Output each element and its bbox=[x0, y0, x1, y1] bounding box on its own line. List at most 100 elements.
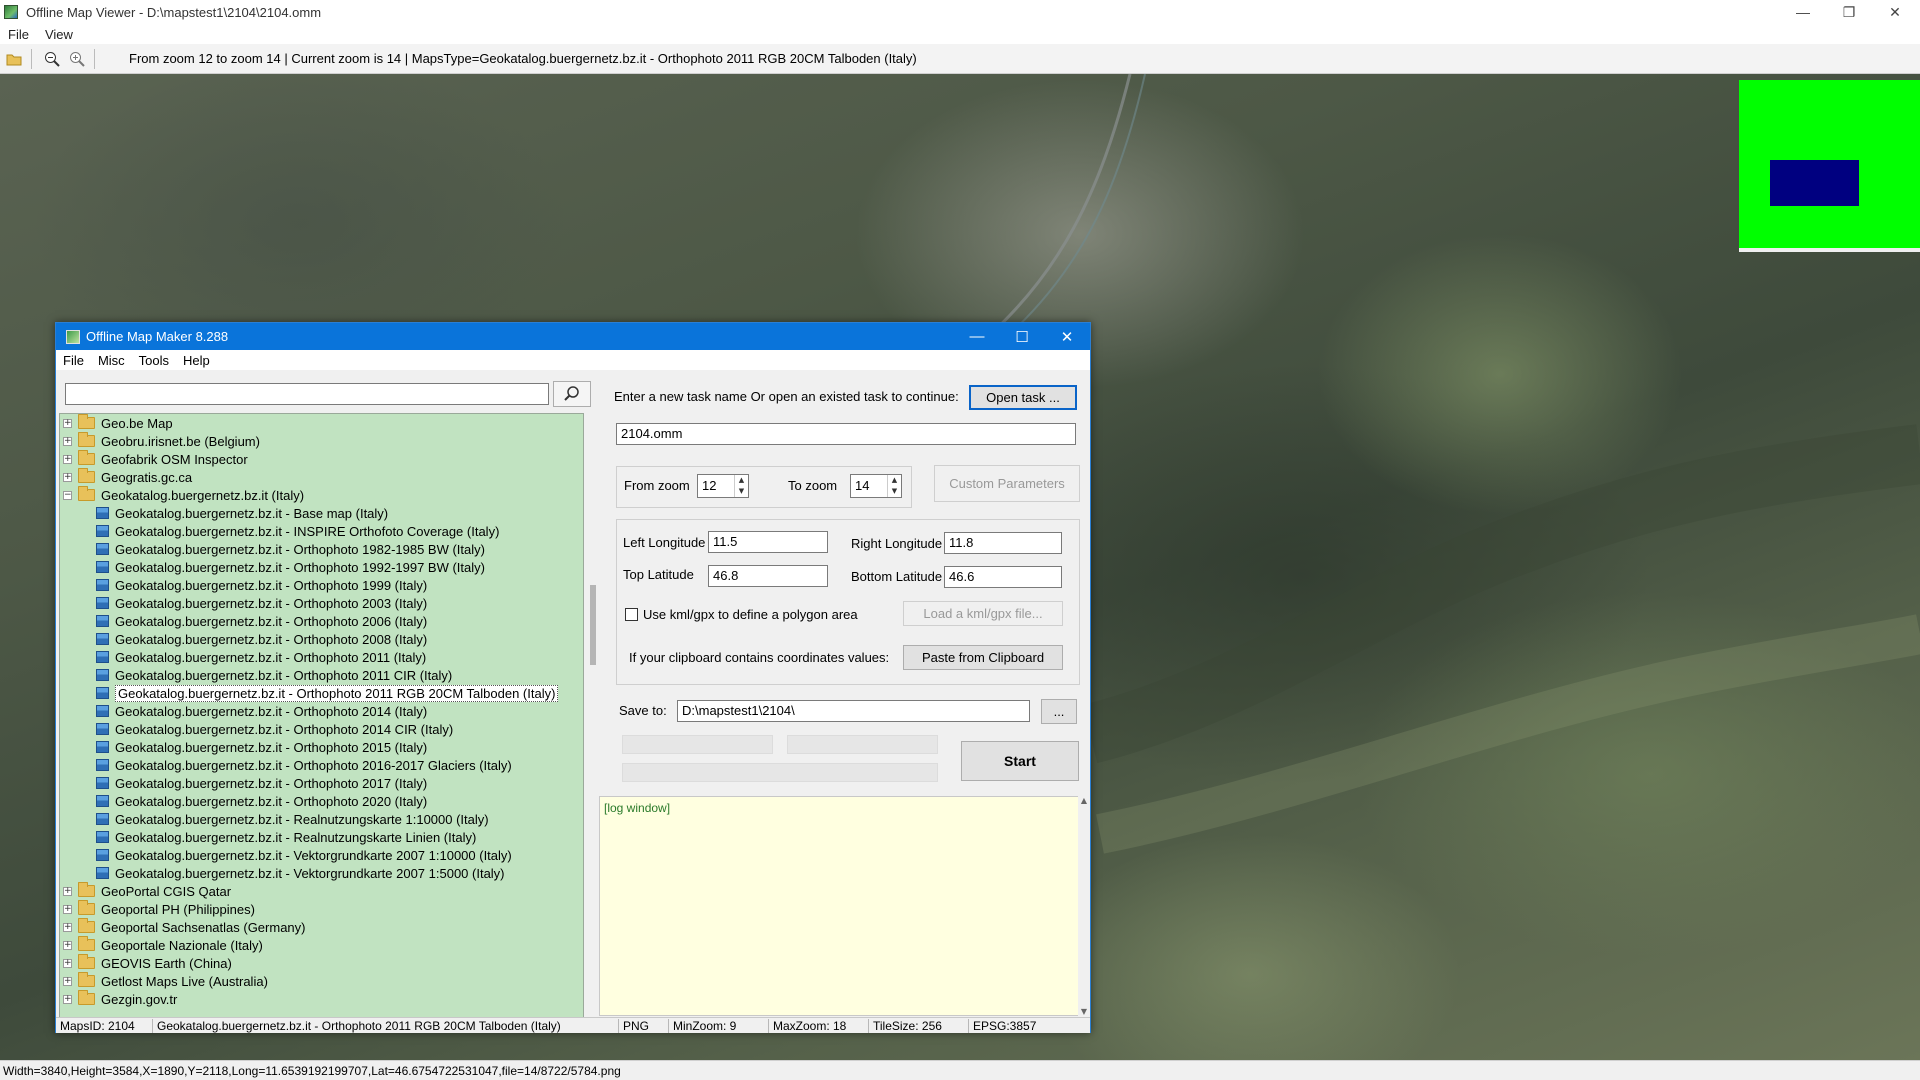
tree-map-item[interactable]: Geokatalog.buergernetz.bz.it - Orthophot… bbox=[96, 738, 427, 756]
expand-icon[interactable]: + bbox=[63, 976, 72, 986]
tree-map-item[interactable]: Geokatalog.buergernetz.bz.it - Orthophot… bbox=[96, 558, 485, 576]
tree-folder-item[interactable]: + Geoportale Nazionale (Italy) bbox=[63, 936, 263, 954]
expand-icon[interactable]: + bbox=[63, 454, 72, 464]
minimap[interactable] bbox=[1739, 80, 1920, 252]
folder-icon bbox=[78, 972, 95, 987]
expand-icon[interactable]: + bbox=[63, 994, 72, 1004]
dialog-maximize-icon[interactable]: ☐ bbox=[999, 323, 1045, 350]
tree-item-label: Geokatalog.buergernetz.bz.it - Realnutzu… bbox=[115, 811, 489, 827]
scroll-up-icon[interactable]: ▲ bbox=[1078, 796, 1090, 805]
tree-folder-item[interactable]: + Geo.be Map bbox=[63, 414, 173, 432]
zoom-out-icon bbox=[45, 51, 60, 67]
open-task-button[interactable]: Open task ... bbox=[969, 385, 1077, 410]
viewer-title: Offline Map Viewer - D:\mapstest1\2104\2… bbox=[26, 4, 322, 20]
log-window[interactable]: [log window] bbox=[599, 796, 1079, 1016]
expand-icon[interactable]: + bbox=[63, 904, 72, 914]
map-layer-icon bbox=[96, 795, 109, 807]
use-kml-checkbox[interactable] bbox=[625, 608, 638, 621]
tree-folder-item[interactable]: + Geoportal Sachsenatlas (Germany) bbox=[63, 918, 305, 936]
tree-scroll-thumb[interactable] bbox=[590, 585, 596, 665]
dialog-menu-tools[interactable]: Tools bbox=[132, 353, 176, 368]
collapse-icon[interactable]: − bbox=[63, 490, 72, 500]
status-map-name: Geokatalog.buergernetz.bz.it - Orthophot… bbox=[153, 1019, 619, 1033]
map-search-input[interactable] bbox=[65, 383, 549, 405]
tree-map-item[interactable]: Geokatalog.buergernetz.bz.it - Vektorgru… bbox=[96, 864, 505, 882]
menu-file[interactable]: File bbox=[0, 27, 37, 42]
tree-map-item[interactable]: Geokatalog.buergernetz.bz.it - INSPIRE O… bbox=[96, 522, 499, 540]
stepper-arrows-icon[interactable]: ▲ ▼ bbox=[734, 475, 748, 497]
expand-icon[interactable]: + bbox=[63, 472, 72, 482]
zoom-out-button[interactable] bbox=[41, 48, 63, 70]
tree-folder-item[interactable]: + GEOVIS Earth (China) bbox=[63, 954, 232, 972]
map-type-tree[interactable]: + Geo.be Map + Geobru.irisnet.be (Belgium) +… bbox=[59, 413, 584, 1018]
scroll-down-icon[interactable]: ▼ bbox=[1078, 1007, 1090, 1016]
expand-icon[interactable]: + bbox=[63, 436, 72, 446]
tree-map-item[interactable]: Geokatalog.buergernetz.bz.it - Orthophot… bbox=[96, 648, 426, 666]
from-zoom-stepper[interactable]: 12 ▲ ▼ bbox=[697, 474, 749, 498]
minimap-viewport[interactable] bbox=[1770, 160, 1859, 206]
open-folder-button[interactable] bbox=[3, 48, 25, 70]
dialog-menu-file[interactable]: File bbox=[56, 353, 91, 368]
tree-map-item[interactable]: Geokatalog.buergernetz.bz.it - Orthophot… bbox=[96, 774, 427, 792]
to-zoom-stepper[interactable]: 14 ▲ ▼ bbox=[850, 474, 902, 498]
browse-button[interactable]: ... bbox=[1041, 699, 1077, 724]
tree-map-item[interactable]: Geokatalog.buergernetz.bz.it - Orthophot… bbox=[96, 540, 485, 558]
bottom-latitude-field[interactable]: 46.6 bbox=[944, 566, 1062, 588]
tree-folder-item[interactable]: + Geofabrik OSM Inspector bbox=[63, 450, 248, 468]
tree-map-item[interactable]: Geokatalog.buergernetz.bz.it - Orthophot… bbox=[96, 612, 427, 630]
tree-folder-item[interactable]: + Gezgin.gov.tr bbox=[63, 990, 177, 1008]
start-button[interactable]: Start bbox=[961, 741, 1079, 781]
restore-icon[interactable]: ❐ bbox=[1826, 0, 1872, 24]
tree-map-item[interactable]: Geokatalog.buergernetz.bz.it - Realnutzu… bbox=[96, 810, 489, 828]
status-epsg: EPSG:3857 bbox=[973, 1019, 1037, 1033]
expand-icon[interactable]: + bbox=[63, 922, 72, 932]
save-to-field[interactable]: D:\mapstest1\2104\ bbox=[677, 700, 1030, 722]
tree-map-item[interactable]: Geokatalog.buergernetz.bz.it - Orthophot… bbox=[96, 684, 559, 702]
tree-map-item[interactable]: Geokatalog.buergernetz.bz.it - Vektorgru… bbox=[96, 846, 512, 864]
load-kml-button[interactable]: Load a kml/gpx file... bbox=[903, 601, 1063, 626]
tree-folder-item[interactable]: + Geoportal PH (Philippines) bbox=[63, 900, 255, 918]
expand-icon[interactable]: + bbox=[63, 418, 72, 428]
tree-map-item[interactable]: Geokatalog.buergernetz.bz.it - Realnutzu… bbox=[96, 828, 476, 846]
custom-parameters-button[interactable]: Custom Parameters bbox=[934, 465, 1080, 502]
tree-folder-item[interactable]: − Geokatalog.buergernetz.bz.it (Italy) bbox=[63, 486, 304, 504]
tree-folder-item[interactable]: + Getlost Maps Live (Australia) bbox=[63, 972, 268, 990]
dialog-menu-help[interactable]: Help bbox=[176, 353, 217, 368]
top-latitude-field[interactable]: 46.8 bbox=[708, 565, 828, 587]
folder-icon bbox=[78, 882, 95, 897]
dialog-minimize-icon[interactable]: — bbox=[954, 323, 1000, 350]
tree-map-item[interactable]: Geokatalog.buergernetz.bz.it - Orthophot… bbox=[96, 666, 452, 684]
zoom-in-button[interactable] bbox=[66, 48, 88, 70]
tree-item-label: Geofabrik OSM Inspector bbox=[101, 451, 248, 467]
minimize-icon[interactable]: — bbox=[1780, 0, 1826, 24]
tree-map-item[interactable]: Geokatalog.buergernetz.bz.it - Orthophot… bbox=[96, 720, 453, 738]
tree-map-item[interactable]: Geokatalog.buergernetz.bz.it - Orthophot… bbox=[96, 702, 427, 720]
tree-item-label: Gezgin.gov.tr bbox=[101, 991, 178, 1007]
dialog-menu-misc[interactable]: Misc bbox=[91, 353, 132, 368]
tree-map-item[interactable]: Geokatalog.buergernetz.bz.it - Orthophot… bbox=[96, 792, 427, 810]
tree-map-item[interactable]: Geokatalog.buergernetz.bz.it - Orthophot… bbox=[96, 594, 427, 612]
tree-folder-item[interactable]: + Geogratis.gc.ca bbox=[63, 468, 192, 486]
expand-icon[interactable]: + bbox=[63, 940, 72, 950]
tree-map-item[interactable]: Geokatalog.buergernetz.bz.it - Orthophot… bbox=[96, 576, 427, 594]
tree-map-item[interactable]: Geokatalog.buergernetz.bz.it - Orthophot… bbox=[96, 630, 427, 648]
task-name-field[interactable]: 2104.omm bbox=[616, 423, 1076, 445]
log-scrollbar[interactable]: ▲ ▼ bbox=[1078, 796, 1090, 1016]
stepper-arrows-icon[interactable]: ▲ ▼ bbox=[887, 475, 901, 497]
tree-map-item[interactable]: Geokatalog.buergernetz.bz.it - Orthophot… bbox=[96, 756, 512, 774]
progress-bar-total bbox=[622, 763, 938, 782]
right-longitude-field[interactable]: 11.8 bbox=[944, 532, 1062, 554]
tree-folder-item[interactable]: + GeoPortal CGIS Qatar bbox=[63, 882, 231, 900]
search-button[interactable] bbox=[553, 381, 591, 407]
expand-icon[interactable]: + bbox=[63, 886, 72, 896]
dialog-close-icon[interactable]: ✕ bbox=[1044, 323, 1090, 350]
folder-icon bbox=[78, 432, 95, 447]
close-icon[interactable]: ✕ bbox=[1872, 0, 1918, 24]
expand-icon[interactable]: + bbox=[63, 958, 72, 968]
menu-view[interactable]: View bbox=[37, 27, 81, 42]
left-longitude-field[interactable]: 11.5 bbox=[708, 531, 828, 553]
tree-folder-item[interactable]: + Geobru.irisnet.be (Belgium) bbox=[63, 432, 260, 450]
paste-from-clipboard-button[interactable]: Paste from Clipboard bbox=[903, 645, 1063, 670]
tree-map-item[interactable]: Geokatalog.buergernetz.bz.it - Base map … bbox=[96, 504, 388, 522]
use-kml-label: Use kml/gpx to define a polygon area bbox=[643, 607, 858, 622]
